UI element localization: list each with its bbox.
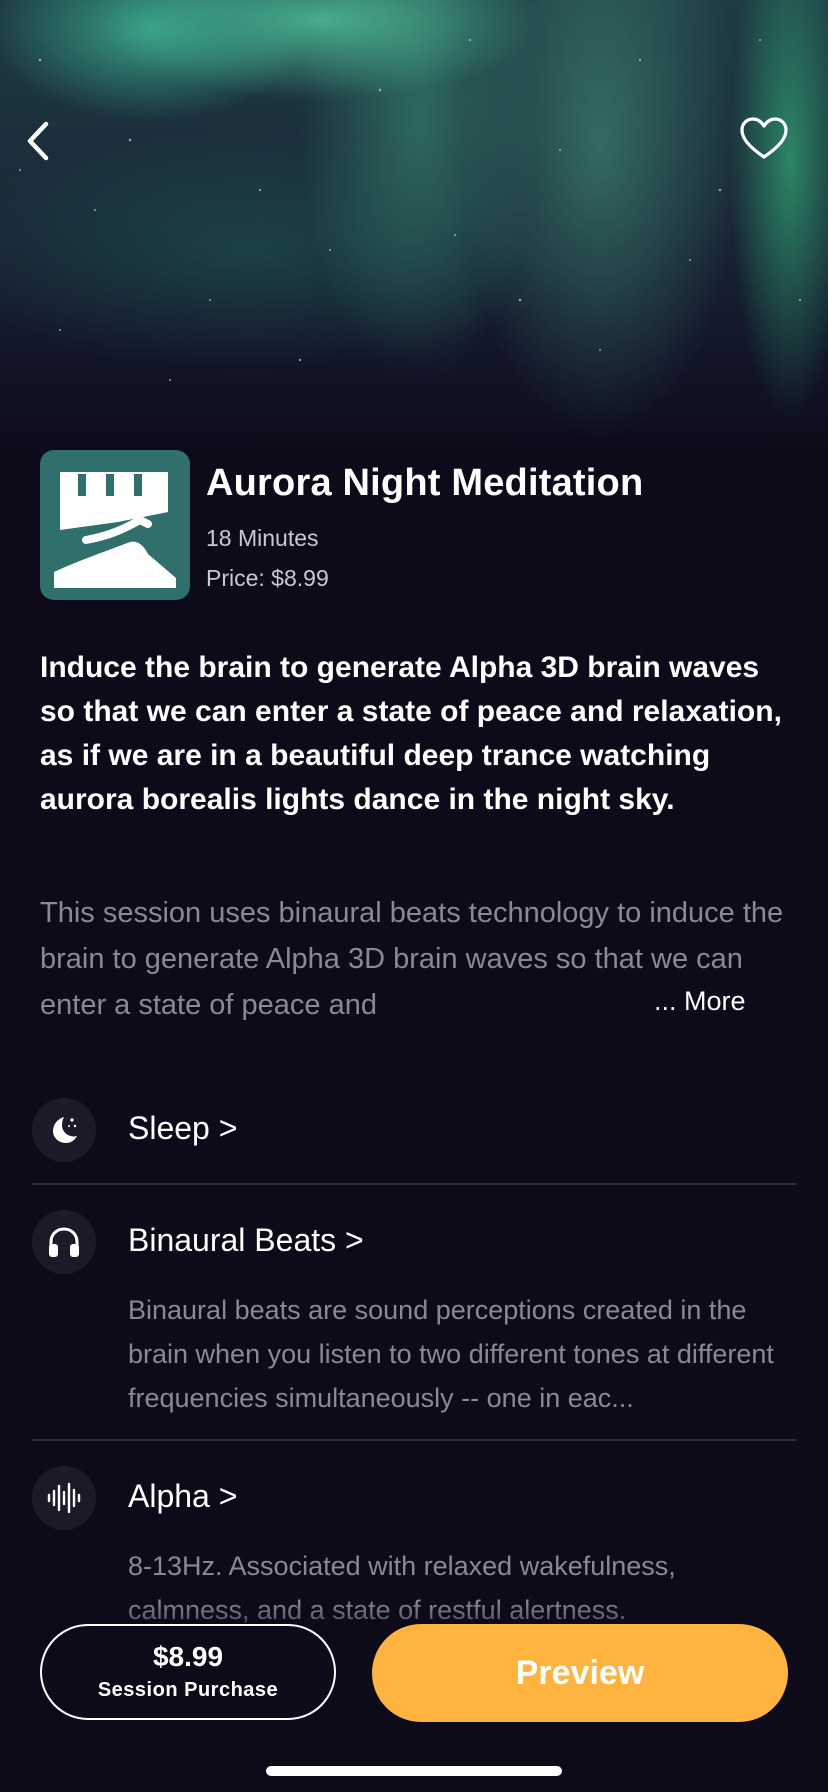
session-title: Aurora Night Meditation	[206, 462, 644, 504]
session-duration: 18 Minutes	[206, 525, 319, 551]
session-price: Price: $8.99	[206, 565, 329, 591]
category-binaural-link[interactable]: Binaural Beats >	[128, 1222, 364, 1259]
alpha-category-icon	[32, 1466, 96, 1530]
session-artwork	[40, 450, 190, 600]
favorite-button[interactable]	[738, 115, 790, 163]
heart-outline-icon	[740, 117, 788, 159]
category-binaural-description: Binaural beats are sound perceptions cre…	[128, 1295, 774, 1413]
moon-icon	[53, 1117, 77, 1143]
home-indicator	[266, 1766, 562, 1776]
more-link[interactable]: ... More	[646, 986, 746, 1017]
category-alpha-link[interactable]: Alpha >	[128, 1478, 237, 1515]
binaural-category-icon	[32, 1210, 96, 1274]
purchase-price: $8.99	[152, 1641, 224, 1672]
category-sleep-link[interactable]: Sleep >	[128, 1110, 237, 1147]
preview-button[interactable]: Preview	[372, 1624, 788, 1722]
aurora-logo-icon	[54, 472, 176, 588]
starfield	[19, 39, 802, 381]
divider	[32, 1183, 796, 1185]
sleep-category-icon	[32, 1098, 96, 1162]
session-purchase-button[interactable]: $8.99 Session Purchase	[40, 1624, 336, 1720]
purchase-label: Session Purchase	[97, 1679, 279, 1701]
hero-image	[0, 0, 828, 450]
back-button[interactable]	[18, 116, 62, 166]
chevron-left-icon	[27, 121, 49, 161]
divider	[32, 1439, 796, 1441]
headphones-icon	[49, 1227, 79, 1257]
waveform-icon	[47, 1482, 81, 1514]
session-lead: Induce the brain to generate Alpha 3D br…	[40, 651, 782, 816]
